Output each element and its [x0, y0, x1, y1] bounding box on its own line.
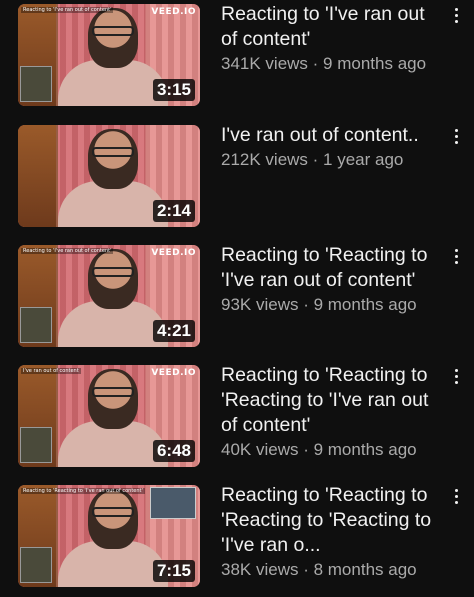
view-count: 38K views — [221, 560, 299, 579]
dot — [454, 129, 458, 132]
more-vertical-icon[interactable] — [448, 127, 464, 153]
thumbnail-person-head — [88, 489, 138, 549]
video-thumbnail[interactable]: 2:14 — [18, 125, 200, 227]
dot — [454, 501, 458, 504]
dot — [454, 255, 458, 258]
veed-watermark: VEED.IO — [151, 7, 196, 17]
veed-watermark: VEED.IO — [151, 248, 196, 258]
thumbnail-inset-webcam — [20, 307, 52, 343]
video-info[interactable]: Reacting to 'Reacting to 'I've ran out o… — [221, 243, 443, 316]
video-meta: 40K views · 9 months ago — [221, 439, 443, 461]
meta-separator: · — [307, 54, 324, 73]
dot — [454, 495, 458, 498]
video-meta: 341K views · 9 months ago — [221, 53, 443, 75]
video-meta: 38K views · 8 months ago — [221, 559, 443, 581]
more-vertical-icon[interactable] — [448, 6, 464, 32]
video-title[interactable]: Reacting to 'Reacting to 'I've ran out o… — [221, 243, 443, 293]
view-count: 341K views — [221, 54, 308, 73]
video-info[interactable]: I've ran out of content.. 212K views · 1… — [221, 123, 443, 171]
dot — [454, 20, 458, 23]
meta-separator: · — [298, 295, 314, 314]
thumbnail-inset-webcam-right — [150, 487, 196, 519]
meta-separator: · — [307, 150, 324, 169]
dot — [454, 261, 458, 264]
thumbnail-person-head — [88, 369, 138, 429]
view-count: 40K views — [221, 440, 299, 459]
duration-badge: 4:21 — [152, 320, 195, 342]
video-title[interactable]: Reacting to 'Reacting to 'Reacting to 'R… — [221, 483, 443, 558]
upload-age: 1 year ago — [323, 150, 404, 169]
veed-watermark: VEED.IO — [151, 368, 196, 378]
view-count: 93K views — [221, 295, 299, 314]
thumbnail-person-head — [88, 129, 138, 189]
more-vertical-icon[interactable] — [448, 367, 464, 393]
more-vertical-icon[interactable] — [448, 487, 464, 513]
dot — [454, 249, 458, 252]
thumbnail-caption: Reacting to 'I've ran out of content' — [21, 7, 114, 13]
thumbnail-caption: Reacting to 'I've ran out of content' — [21, 248, 114, 254]
upload-age: 9 months ago — [313, 295, 417, 314]
video-list-item[interactable]: I've ran out of content VEED.IO 6:48 React… — [0, 361, 474, 477]
video-list-item[interactable]: 2:14 I've ran out of content.. 212K view… — [0, 121, 474, 237]
thumbnail-inset-webcam — [20, 547, 52, 583]
video-thumbnail[interactable]: Reacting to 'I've ran out of content' VEE… — [18, 245, 200, 347]
dot — [454, 375, 458, 378]
thumbnail-person-head — [88, 249, 138, 309]
video-info[interactable]: Reacting to 'Reacting to 'Reacting to 'R… — [221, 483, 443, 581]
view-count: 212K views — [221, 150, 308, 169]
duration-badge: 3:15 — [152, 79, 195, 101]
thumbnail-glasses — [92, 387, 134, 397]
dot — [454, 14, 458, 17]
video-info[interactable]: Reacting to 'I've ran out of content' 34… — [221, 2, 443, 75]
upload-age: 9 months ago — [323, 54, 427, 73]
video-list-item[interactable]: Reacting to 'I've ran out of content' VEE… — [0, 241, 474, 357]
dot — [454, 135, 458, 138]
thumbnail-inset-webcam — [20, 427, 52, 463]
duration-badge: 2:14 — [152, 200, 195, 222]
video-info[interactable]: Reacting to 'Reacting to 'Reacting to 'I… — [221, 363, 443, 461]
dot — [454, 369, 458, 372]
thumbnail-window — [18, 125, 56, 227]
video-title[interactable]: Reacting to 'I've ran out of content' — [221, 2, 443, 52]
thumbnail-glasses — [92, 147, 134, 157]
dot — [454, 141, 458, 144]
duration-badge: 7:15 — [152, 560, 195, 582]
thumbnail-person-head — [88, 8, 138, 68]
thumbnail-caption: Reacting to 'Reacting to 'I've ran out o… — [21, 488, 145, 494]
dot — [454, 489, 458, 492]
thumbnail-glasses — [92, 26, 134, 36]
dot — [454, 8, 458, 11]
upload-age: 9 months ago — [313, 440, 417, 459]
video-meta: 212K views · 1 year ago — [221, 149, 443, 171]
more-vertical-icon[interactable] — [448, 247, 464, 273]
video-thumbnail[interactable]: Reacting to 'Reacting to 'I've ran out o… — [18, 485, 200, 587]
upload-age: 8 months ago — [313, 560, 417, 579]
video-title[interactable]: Reacting to 'Reacting to 'Reacting to 'I… — [221, 363, 443, 438]
video-thumbnail[interactable]: I've ran out of content VEED.IO 6:48 — [18, 365, 200, 467]
thumbnail-glasses — [92, 507, 134, 517]
video-meta: 93K views · 9 months ago — [221, 294, 443, 316]
meta-separator: · — [298, 440, 314, 459]
dot — [454, 381, 458, 384]
duration-badge: 6:48 — [152, 440, 195, 462]
thumbnail-inset-webcam — [20, 66, 52, 102]
video-thumbnail[interactable]: Reacting to 'I've ran out of content' VEE… — [18, 4, 200, 106]
video-list-item[interactable]: Reacting to 'Reacting to 'I've ran out o… — [0, 481, 474, 597]
video-title[interactable]: I've ran out of content.. — [221, 123, 443, 148]
thumbnail-glasses — [92, 267, 134, 277]
thumbnail-caption: I've ran out of content — [21, 368, 81, 374]
video-list-item[interactable]: Reacting to 'I've ran out of content' VEE… — [0, 0, 474, 116]
meta-separator: · — [298, 560, 314, 579]
